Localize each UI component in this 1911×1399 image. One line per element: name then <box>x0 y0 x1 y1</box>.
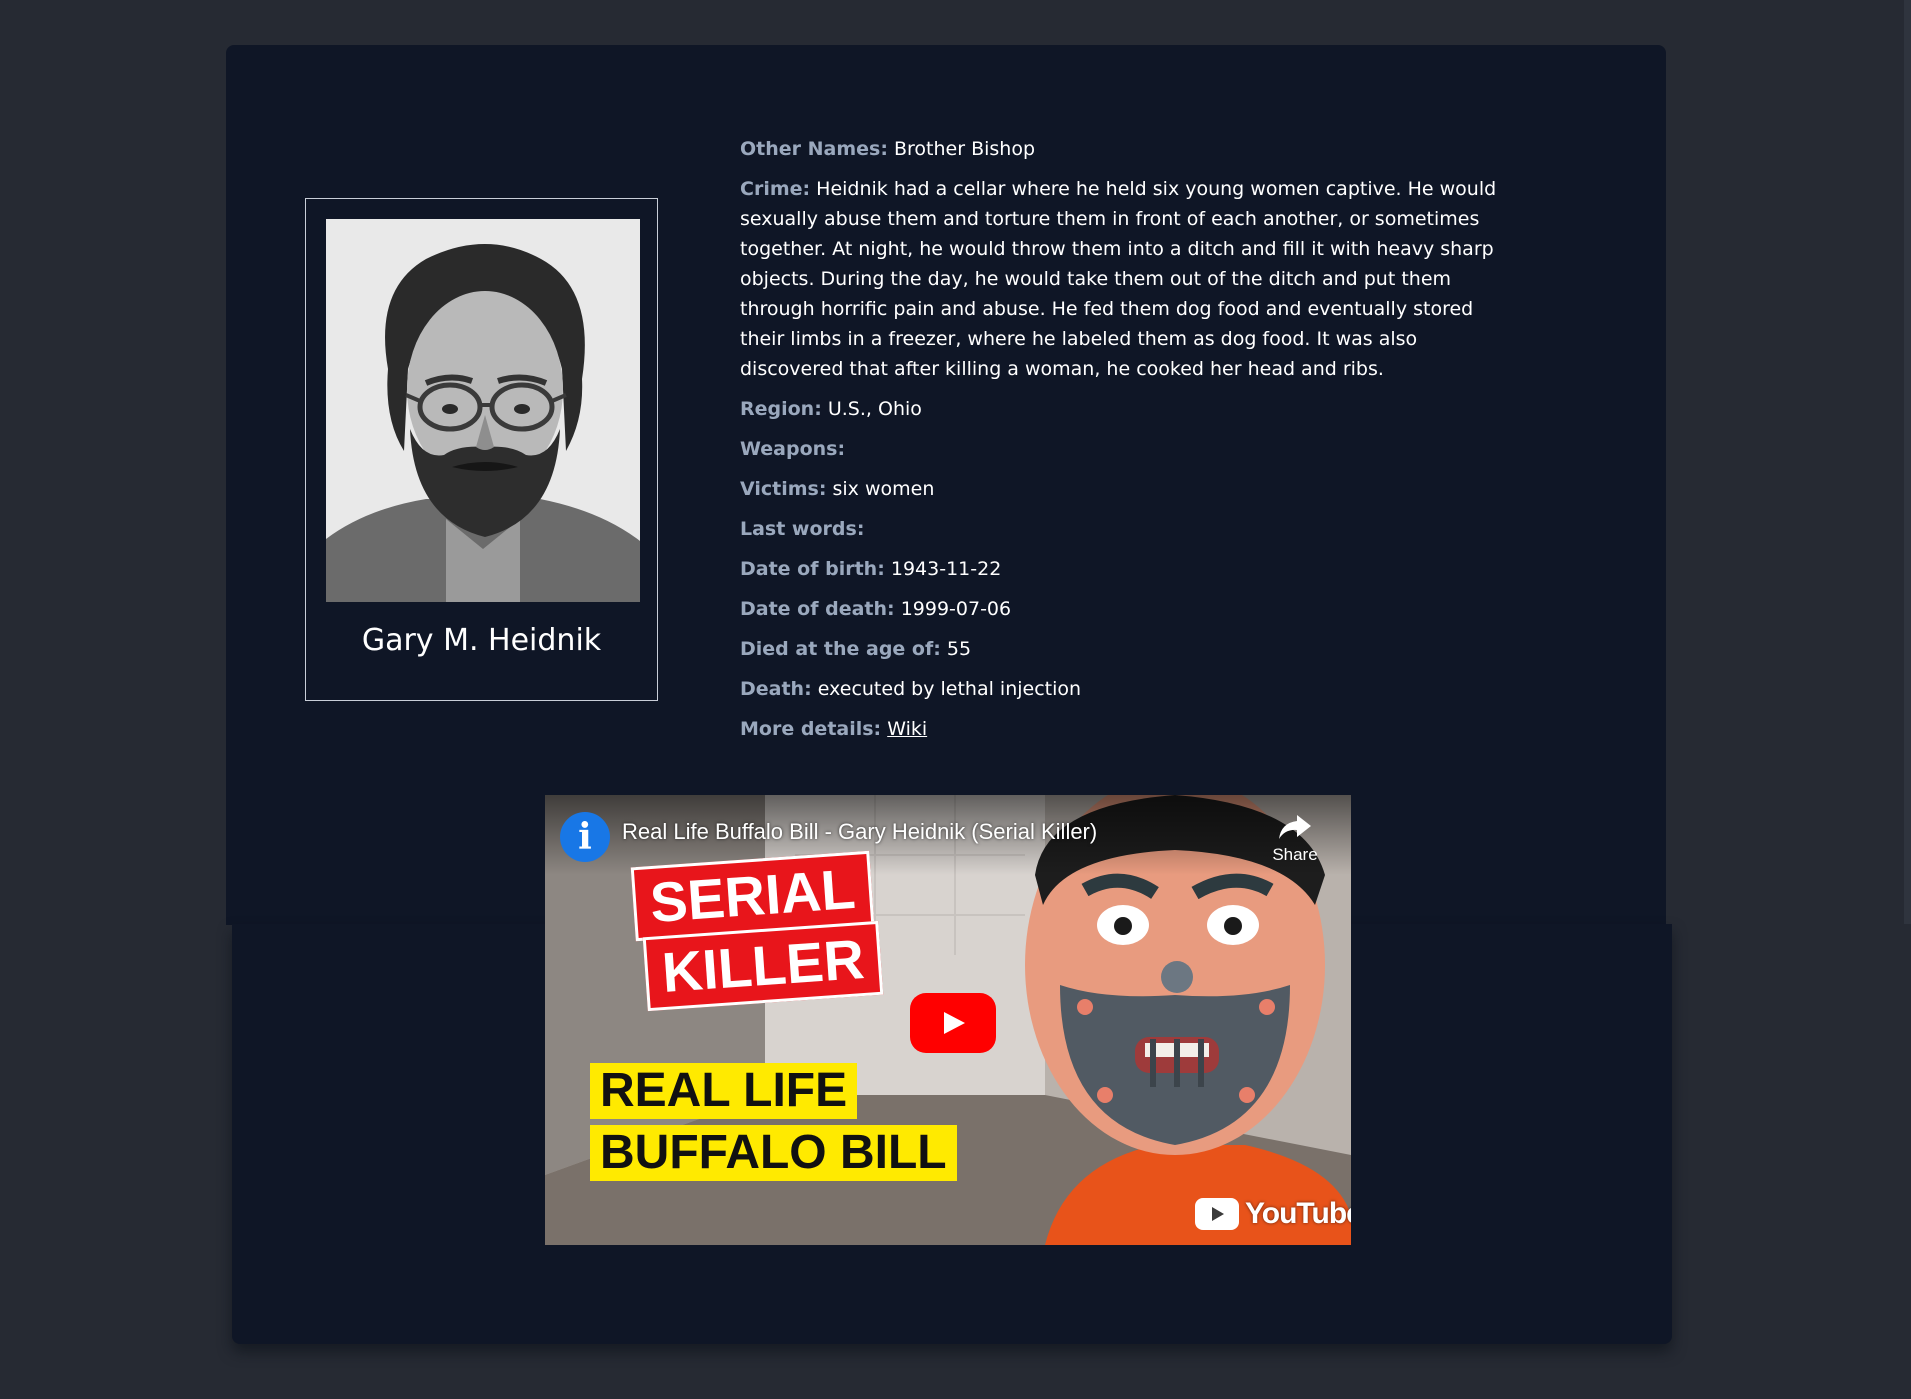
play-icon <box>944 1012 965 1034</box>
detail-label: Other Names: <box>740 138 888 160</box>
detail-label: Last words: <box>740 518 865 540</box>
detail-label: Date of birth: <box>740 558 885 580</box>
person-name: Gary M. Heidnik <box>361 623 602 658</box>
detail-value: 55 <box>946 638 972 660</box>
profile-photo <box>326 219 640 602</box>
details-panel: Other Names: Brother Bishop Crime: Heidn… <box>740 134 1515 754</box>
detail-value: Brother Bishop <box>894 138 1036 160</box>
detail-label: Death: <box>740 678 812 700</box>
share-label: Share <box>1272 845 1318 864</box>
detail-label: Date of death: <box>740 598 895 620</box>
detail-value: executed by lethal injection <box>817 678 1082 700</box>
detail-death: Death: executed by lethal injection <box>740 674 1515 704</box>
detail-crime: Crime: Heidnik had a cellar where he hel… <box>740 174 1515 384</box>
detail-last-words: Last words: <box>740 514 1515 544</box>
detail-region: Region: U.S., Ohio <box>740 394 1515 424</box>
detail-more-details: More details: Wiki <box>740 714 1515 744</box>
wiki-link[interactable]: Wiki <box>887 718 927 740</box>
detail-weapons: Weapons: <box>740 434 1515 464</box>
detail-value: six women <box>832 478 935 500</box>
detail-label: Crime: <box>740 178 811 200</box>
detail-date-of-death: Date of death: 1999-07-06 <box>740 594 1515 624</box>
detail-value: U.S., Ohio <box>827 398 922 420</box>
detail-label: More details: <box>740 718 882 740</box>
detail-value: 1999-07-06 <box>900 598 1012 620</box>
detail-label: Region: <box>740 398 822 420</box>
detail-label: Died at the age of: <box>740 638 941 660</box>
thumbnail-text-real-life: REAL LIFE <box>590 1063 858 1119</box>
play-button[interactable] <box>910 993 996 1053</box>
scrollbar-track[interactable] <box>1904 0 1911 924</box>
channel-avatar-icon[interactable]: i <box>560 812 610 862</box>
share-button[interactable]: Share <box>1263 813 1327 865</box>
video-embed[interactable]: i Real Life Buffalo Bill - Gary Heidnik … <box>545 795 1351 1245</box>
portrait-image <box>326 219 640 602</box>
youtube-icon <box>1195 1198 1239 1230</box>
video-title[interactable]: Real Life Buffalo Bill - Gary Heidnik (S… <box>622 819 1097 845</box>
detail-label: Weapons: <box>740 438 846 460</box>
thumbnail-text-buffalo-bill: BUFFALO BILL <box>590 1125 957 1181</box>
detail-value: 1943-11-22 <box>890 558 1002 580</box>
detail-date-of-birth: Date of birth: 1943-11-22 <box>740 554 1515 584</box>
detail-victims: Victims: six women <box>740 474 1515 504</box>
youtube-logo[interactable]: YouTube <box>1195 1197 1351 1231</box>
profile-photo-frame: Gary M. Heidnik <box>305 198 658 701</box>
share-arrow-icon <box>1279 815 1311 839</box>
detail-other-names: Other Names: Brother Bishop <box>740 134 1515 164</box>
detail-label: Victims: <box>740 478 827 500</box>
detail-age-at-death: Died at the age of: 55 <box>740 634 1515 664</box>
youtube-label: YouTube <box>1245 1197 1351 1230</box>
detail-value: Heidnik had a cellar where he held six y… <box>740 178 1497 380</box>
